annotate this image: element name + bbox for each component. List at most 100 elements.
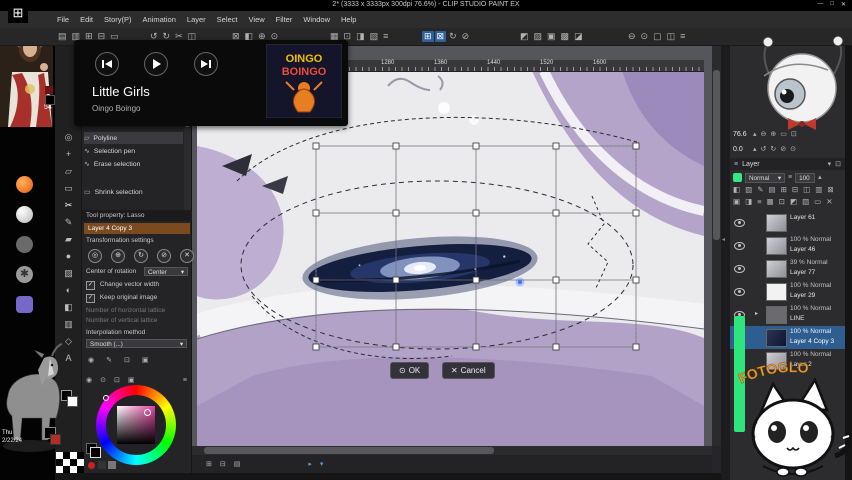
tool-figure-icon[interactable]: ◇ xyxy=(55,336,82,347)
reset-rotation-icon[interactable]: ⊙ xyxy=(790,146,796,153)
vertical-scrollbar[interactable] xyxy=(712,46,721,446)
color-set-tab-icon[interactable]: ⊡ xyxy=(114,377,120,384)
color-history-tab-icon[interactable]: ▣ xyxy=(128,377,135,384)
menu-help[interactable]: Help xyxy=(341,15,356,24)
mesh-transform-icon[interactable]: ⊠ xyxy=(434,31,447,42)
new-layer-icon[interactable]: ▣ xyxy=(733,198,740,206)
menu-filter[interactable]: Filter xyxy=(276,15,293,24)
page-grid-icon[interactable]: ⊞ xyxy=(206,461,212,468)
sub-color-chip[interactable] xyxy=(67,396,78,407)
layer-row[interactable]: 100 % Normal Layer 29 xyxy=(730,280,845,303)
play-button[interactable] xyxy=(144,52,168,76)
subtool-item-shrink-selection[interactable]: ▭ Shrink selection xyxy=(84,186,183,198)
panel-menu-icon[interactable]: ≡ xyxy=(183,377,187,384)
prop-edit-icon[interactable]: ✎ xyxy=(106,357,112,364)
layer-clip-icon[interactable]: ▨ xyxy=(745,186,752,194)
firefox-icon[interactable] xyxy=(16,176,33,193)
transform-rotate-button[interactable]: ↻ xyxy=(134,249,148,263)
gear-icon[interactable]: ✱ xyxy=(16,266,33,283)
tool-pen-icon[interactable]: ✎ xyxy=(55,217,82,228)
background-color-swatch[interactable] xyxy=(50,434,61,445)
vertical-scrollbar-thumb[interactable] xyxy=(713,70,720,240)
panel-icon[interactable]: ◫ xyxy=(667,32,676,41)
new-folder-icon[interactable]: ≡ xyxy=(757,198,761,206)
swatch-gray[interactable] xyxy=(108,461,116,469)
layer-name[interactable]: Layer 61 xyxy=(790,214,815,221)
minus-icon[interactable]: ⊖ xyxy=(628,32,636,41)
transfer-layer-icon[interactable]: ▦ xyxy=(767,198,774,206)
color-slider-tab-icon[interactable]: ⊙ xyxy=(100,377,106,384)
opacity-slider-icon[interactable]: ≡ xyxy=(788,174,792,181)
rotate-canvas-icon[interactable]: ↻ xyxy=(449,32,457,41)
flip-icon[interactable]: ⊘ xyxy=(780,146,786,153)
center-of-rotation-dropdown[interactable]: Center ▾ xyxy=(144,267,188,276)
color-front-swatch[interactable] xyxy=(90,447,101,458)
previous-track-button[interactable] xyxy=(95,52,119,76)
tool-object-icon[interactable]: ▱ xyxy=(55,166,82,177)
layer-row[interactable]: 39 % Normal Layer 77 xyxy=(730,257,845,280)
layer-visibility-toggle[interactable] xyxy=(734,288,745,296)
maximize-button[interactable]: □ xyxy=(830,1,834,8)
layer-name[interactable]: Layer 77 xyxy=(790,269,815,276)
pattern-icon[interactable]: ▧ xyxy=(370,32,379,41)
opacity-spin-icon[interactable]: ▴ xyxy=(818,174,822,181)
layer-folder-row[interactable]: ▸ 100 % Normal LINE xyxy=(730,303,845,326)
layer-settings-icon[interactable]: ▭ xyxy=(814,198,821,206)
prop-detail-icon[interactable]: ▣ xyxy=(142,357,149,364)
blend-mode-dropdown[interactable]: Normal ▾ xyxy=(745,172,785,183)
material-icon[interactable]: ◪ xyxy=(574,32,583,41)
layer-header-dock-icon[interactable]: ⊡ xyxy=(835,161,841,168)
layer-thumbnail[interactable] xyxy=(766,329,787,347)
menu-animation[interactable]: Animation xyxy=(143,15,176,24)
settings-menu-icon[interactable]: ≡ xyxy=(680,32,685,41)
ruler-icon[interactable]: ▣ xyxy=(547,32,556,41)
folder-thumbnail[interactable] xyxy=(766,306,787,324)
layer-thumbnail[interactable] xyxy=(766,283,787,301)
layer-visibility-toggle[interactable] xyxy=(734,219,745,227)
sv-cursor[interactable] xyxy=(144,409,151,416)
reset-view-icon[interactable]: ⊘ xyxy=(462,32,470,41)
transform-free-button[interactable]: ⊕ xyxy=(111,249,125,263)
app-cube-icon[interactable] xyxy=(16,296,33,313)
menu-view[interactable]: View xyxy=(249,15,265,24)
rotate-spin-icon[interactable]: ▴ xyxy=(753,146,757,153)
scale-rotate-icon[interactable]: ⊞ xyxy=(422,31,434,42)
color-wheel-tab-icon[interactable]: ◉ xyxy=(86,377,92,384)
tool-eraser-icon[interactable]: ▨ xyxy=(55,268,82,279)
layer-extra-icon[interactable]: ⊠ xyxy=(827,186,833,194)
prop-eye-icon[interactable]: ◉ xyxy=(88,357,94,364)
tool-gradient-icon[interactable]: ▥ xyxy=(55,319,82,330)
panel-divider[interactable]: ◂ xyxy=(721,46,730,480)
frame-icon[interactable]: ▢ xyxy=(653,32,662,41)
active-layer-reference[interactable]: Layer 4 Copy 3 xyxy=(84,223,190,234)
layer-visibility-toggle[interactable] xyxy=(734,242,745,250)
new-file-icon[interactable]: ▤ xyxy=(58,32,67,41)
layer-row[interactable]: 100 % Normal Layer 46 xyxy=(730,234,845,257)
guide-icon[interactable]: ▩ xyxy=(561,32,570,41)
close-button[interactable]: ✕ xyxy=(841,1,846,8)
rotate-right-icon[interactable]: ↻ xyxy=(770,146,776,153)
layer-draft-icon[interactable]: ✎ xyxy=(757,186,763,194)
hue-cursor[interactable] xyxy=(103,395,109,401)
apply-mask-icon[interactable]: ▧ xyxy=(802,198,809,206)
menu-file[interactable]: File xyxy=(57,15,69,24)
subtool-item-polyline[interactable]: ▱ Polyline xyxy=(84,132,183,144)
transform-cancel-button[interactable]: ✕ xyxy=(180,249,194,263)
launcher-grid-icon[interactable]: ⊞ xyxy=(8,3,28,23)
palette-checker[interactable] xyxy=(56,452,84,473)
subtool-scrollbar[interactable]: ▲ xyxy=(184,121,191,210)
layer-name[interactable]: LINE xyxy=(790,315,804,322)
rotate-left-icon[interactable]: ↺ xyxy=(761,146,767,153)
menu-window[interactable]: Window xyxy=(303,15,330,24)
layer-set-icon[interactable]: ▥ xyxy=(815,186,822,194)
menu-story[interactable]: Story(P) xyxy=(104,15,132,24)
minimize-button[interactable]: — xyxy=(817,1,823,8)
tool-marquee-icon[interactable]: ▭ xyxy=(55,183,82,194)
prop-capture-icon[interactable]: ⊡ xyxy=(124,357,130,364)
layer-name[interactable]: Layer 29 xyxy=(790,292,815,299)
palm-color-chip[interactable] xyxy=(733,173,742,182)
layer-thumbnail[interactable] xyxy=(766,237,787,255)
checkbox-checked[interactable]: ✓ xyxy=(86,281,95,290)
keep-original-image-row[interactable]: ✓ Keep original image xyxy=(86,294,157,303)
page-list-icon[interactable]: ▤ xyxy=(234,461,241,468)
